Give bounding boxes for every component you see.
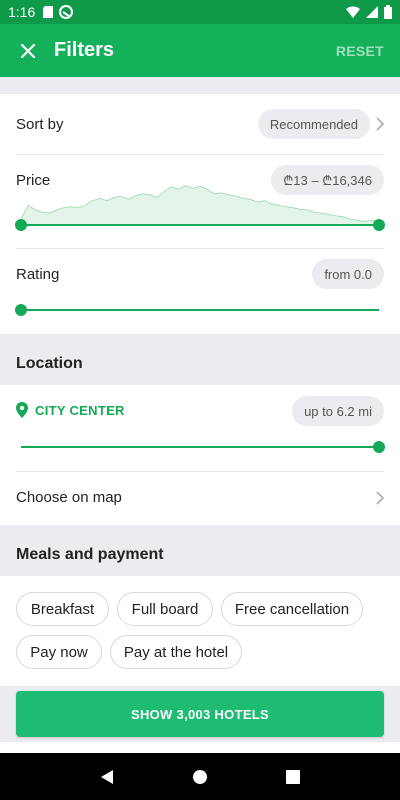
section-spacer (0, 77, 400, 94)
distance-badge: up to 6.2 mi (292, 396, 384, 426)
sort-row[interactable]: Sort by Recommended (0, 94, 400, 154)
meals-header: Meals and payment (0, 525, 400, 576)
home-circle-icon (192, 769, 207, 784)
price-histogram (21, 184, 379, 226)
meals-section: Breakfast Full board Free cancellation P… (0, 576, 400, 686)
app-bar: Filters RESET (0, 24, 400, 77)
location-header: Location (0, 334, 400, 385)
chip-pay-at-hotel[interactable]: Pay at the hotel (110, 635, 242, 669)
distance-slider-thumb[interactable] (373, 441, 385, 453)
chevron-right-icon (376, 491, 385, 505)
reset-button[interactable]: RESET (336, 43, 384, 59)
battery-icon (384, 5, 392, 19)
signal-icon (366, 6, 378, 18)
price-slider-track[interactable] (21, 224, 379, 226)
location-section: CITY CENTER up to 6.2 mi Choose on map (0, 385, 400, 525)
status-bar: 1:16 (0, 0, 400, 24)
divider (16, 154, 384, 155)
choose-on-map-row[interactable]: Choose on map (0, 472, 400, 525)
close-icon (20, 43, 36, 58)
distance-slider-track[interactable] (21, 446, 379, 448)
price-slider-min-thumb[interactable] (15, 219, 27, 231)
save-indicator-icon (59, 5, 74, 19)
meals-title: Meals and payment (16, 546, 164, 563)
sd-card-icon (43, 6, 54, 18)
rating-slider-track[interactable] (21, 309, 379, 311)
back-triangle-icon (100, 769, 113, 784)
close-button[interactable] (16, 39, 40, 63)
rating-value-badge: from 0.0 (312, 259, 384, 289)
nav-recents-button[interactable] (283, 767, 303, 787)
sort-value-badge: Recommended (257, 109, 370, 139)
divider (16, 248, 384, 249)
recents-square-icon (286, 769, 301, 784)
chip-full-board[interactable]: Full board (117, 592, 213, 626)
sort-label: Sort by (16, 116, 64, 133)
show-hotels-button[interactable]: SHOW 3,003 HOTELS (16, 691, 384, 737)
choose-on-map-label: Choose on map (16, 489, 122, 506)
chevron-right-icon (376, 117, 385, 131)
location-title: Location (16, 355, 83, 372)
price-histogram-area (21, 185, 379, 226)
rating-label: Rating (16, 266, 60, 283)
page-title: Filters (54, 39, 115, 61)
nav-back-button[interactable] (97, 767, 117, 787)
status-time: 1:16 (8, 4, 36, 20)
chip-pay-now[interactable]: Pay now (16, 635, 102, 669)
nav-home-button[interactable] (190, 767, 210, 787)
price-slider-max-thumb[interactable] (373, 219, 385, 231)
location-pin-icon (16, 402, 28, 418)
chip-free-cancellation[interactable]: Free cancellation (221, 592, 363, 626)
filters-section: Sort by Recommended Price ₾13 – ₾16,346 … (0, 94, 400, 334)
wifi-icon (346, 6, 360, 18)
scroll-peek (0, 742, 400, 753)
system-nav-bar (0, 753, 400, 800)
chip-breakfast[interactable]: Breakfast (16, 592, 109, 626)
location-place[interactable]: CITY CENTER (35, 403, 125, 418)
rating-slider-thumb[interactable] (15, 304, 27, 316)
